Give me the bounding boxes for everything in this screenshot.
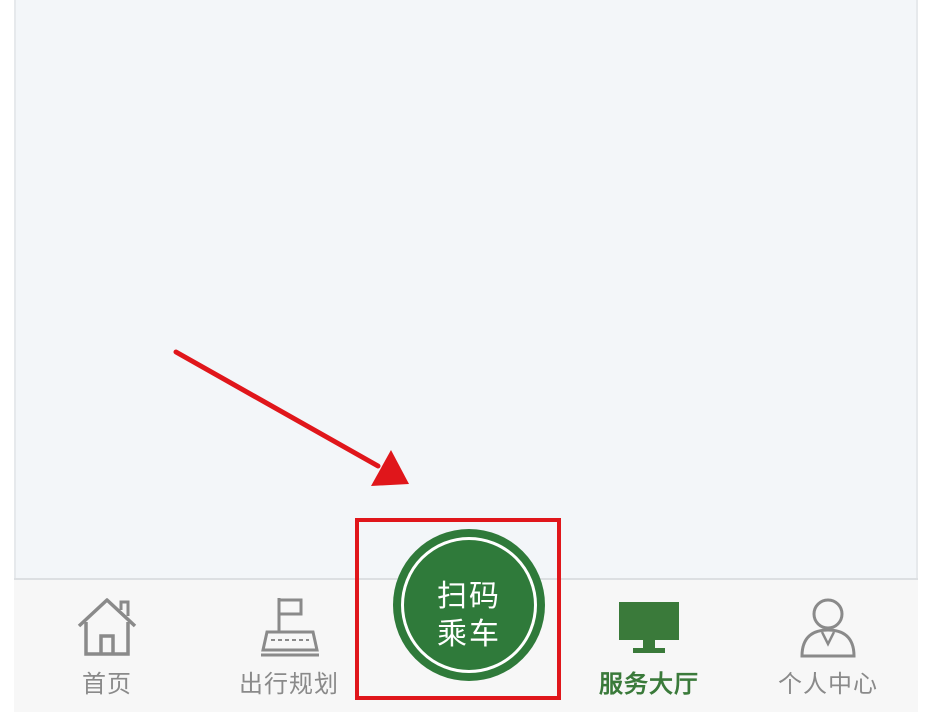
arrow-icon [173,349,409,486]
